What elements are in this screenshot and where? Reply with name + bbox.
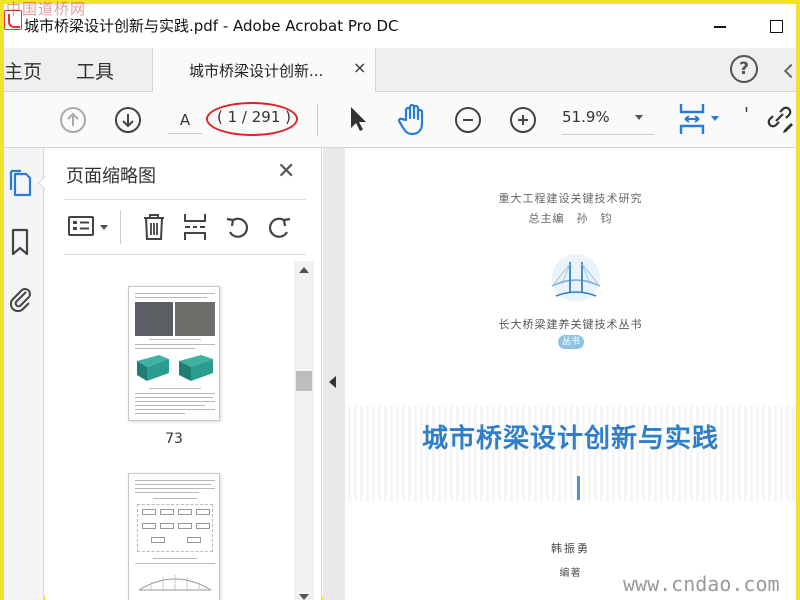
thumb-text-line <box>135 413 185 414</box>
book-title: 城市桥梁设计创新与实践 <box>421 424 719 454</box>
red-annotation-ellipse <box>206 102 298 136</box>
page-number-input[interactable]: A <box>168 106 202 134</box>
thumb-text-line <box>135 344 215 345</box>
thumb-flowchart <box>137 504 213 552</box>
options-list-icon[interactable] <box>67 214 97 238</box>
more-tools-icon[interactable]: ' <box>744 104 749 125</box>
panel-toolbar-divider <box>120 210 121 244</box>
title-accent-bar <box>577 476 580 500</box>
thumb-girder-figure <box>137 355 213 381</box>
maximize-button[interactable] <box>760 12 792 40</box>
chevron-down-icon[interactable] <box>100 225 108 230</box>
thumb-flow-box <box>160 509 174 515</box>
thumbnails-scrollbar[interactable] <box>294 261 314 600</box>
series-name: 长大桥梁建养关键技术丛书 <box>498 318 643 331</box>
thumb-flow-box <box>178 523 192 529</box>
link-edit-icon[interactable] <box>764 102 794 134</box>
thumb-text-line <box>135 293 215 294</box>
minimize-button[interactable] <box>704 12 736 40</box>
thumb-text-line <box>135 480 215 481</box>
thumb-photo <box>135 302 173 336</box>
thumb-flow-box <box>196 509 210 515</box>
thumb-arch-figure <box>138 575 212 591</box>
paperclip-icon[interactable] <box>8 284 34 314</box>
tab-home[interactable]: 主页 <box>4 57 42 84</box>
thumb-flow-box <box>196 523 210 529</box>
thumb-text-line <box>135 348 195 349</box>
arrow-up-circle-icon[interactable] <box>60 107 86 133</box>
collapse-panel-arrow-icon[interactable] <box>329 376 336 388</box>
thumb-flow-box <box>160 523 174 529</box>
scrollbar-thumb[interactable] <box>296 371 312 391</box>
rotate-ccw-icon[interactable] <box>224 212 252 242</box>
thumb-text-line <box>135 484 211 485</box>
series-badge: 丛书 <box>558 335 584 349</box>
window-title: 城市桥梁设计创新与实践.pdf - Adobe Acrobat Pro DC <box>24 17 399 35</box>
thumb-text-line <box>135 405 205 406</box>
thumb-text-line <box>135 297 207 298</box>
plus-circle-icon[interactable] <box>510 107 536 133</box>
bookmark-icon[interactable] <box>8 227 32 257</box>
panel-title: 页面缩略图 <box>66 166 156 187</box>
document-tab-label: 城市桥梁设计创新... <box>189 62 324 80</box>
thumb-flow-box <box>142 523 156 529</box>
thumb-text-line <box>135 409 215 410</box>
help-icon[interactable]: ? <box>730 55 758 83</box>
panel-divider <box>64 199 306 200</box>
trash-icon[interactable] <box>141 212 167 242</box>
pdf-page: 重大工程建设关键技术研究 总主编 孙 钧 长大桥梁建养关键技术丛书 丛书 城市桥… <box>345 148 796 600</box>
scroll-down-arrow-icon[interactable] <box>299 594 309 600</box>
chevron-down-icon[interactable] <box>711 116 719 121</box>
tabs-bar: 主页 工具 城市桥梁设计创新... × ? <box>4 48 799 92</box>
thumb-flow-box <box>142 509 156 515</box>
title-bar: 中国道桥网 城市桥梁设计创新与实践.pdf - Adobe Acrobat Pr… <box>4 0 796 48</box>
toolbar-divider <box>317 104 318 136</box>
page-thumbnail[interactable] <box>128 286 220 421</box>
bridge-logo-icon <box>551 254 601 302</box>
navigation-rail <box>4 148 53 600</box>
cursor-arrow-icon[interactable] <box>346 104 370 134</box>
overflow-chevron-icon[interactable] <box>783 63 799 79</box>
series-editor: 总主编 孙 钧 <box>528 212 613 225</box>
page-thumbnail[interactable] <box>128 473 220 600</box>
thumb-text-line <box>153 498 197 499</box>
zoom-underline <box>562 134 654 135</box>
thumb-text-line <box>149 388 201 389</box>
thumb-flow-box <box>187 537 201 543</box>
document-viewport[interactable]: 重大工程建设关键技术研究 总主编 孙 钧 长大桥梁建养关键技术丛书 丛书 城市桥… <box>323 148 796 600</box>
tab-document[interactable]: 城市桥梁设计创新... × <box>152 48 376 92</box>
page-thumbnail-label: 73 <box>165 431 183 447</box>
thumbnails-panel: 页面缩略图 ✕ 73 <box>45 148 322 600</box>
toolbar: A ( 1 / 291 ) 51.9% ' <box>4 92 796 148</box>
thumb-flow-box <box>178 509 192 515</box>
thumb-text-line <box>135 563 215 564</box>
close-panel-icon[interactable]: ✕ <box>277 159 295 184</box>
series-research-title: 重大工程建设关键技术研究 <box>498 192 643 205</box>
minus-circle-icon[interactable] <box>455 107 481 133</box>
hand-icon[interactable] <box>398 102 428 136</box>
page-thumbnails-icon[interactable] <box>8 168 32 198</box>
thumb-text-line <box>135 401 215 402</box>
chevron-down-icon[interactable] <box>635 115 643 120</box>
close-tab-icon[interactable]: × <box>353 58 366 77</box>
thumb-text-line <box>135 492 199 493</box>
thumb-text-line <box>135 397 213 398</box>
thumb-text-line <box>149 339 201 340</box>
arrow-down-circle-icon[interactable] <box>115 107 141 133</box>
book-author: 韩振勇 <box>551 542 590 555</box>
thumb-text-line <box>153 558 197 559</box>
thumb-text-line <box>135 393 215 394</box>
rotate-cw-icon[interactable] <box>265 212 293 242</box>
thumb-text-line <box>135 488 215 489</box>
extract-pages-icon[interactable] <box>182 212 208 242</box>
scroll-up-arrow-icon[interactable] <box>299 267 309 273</box>
thumb-photo <box>175 302 215 336</box>
panel-divider <box>64 254 306 255</box>
watermark-url: www.cndao.com <box>623 572 780 596</box>
tab-tools[interactable]: 工具 <box>76 57 114 84</box>
thumb-flow-box <box>151 537 165 543</box>
fit-page-icon[interactable] <box>677 102 709 136</box>
